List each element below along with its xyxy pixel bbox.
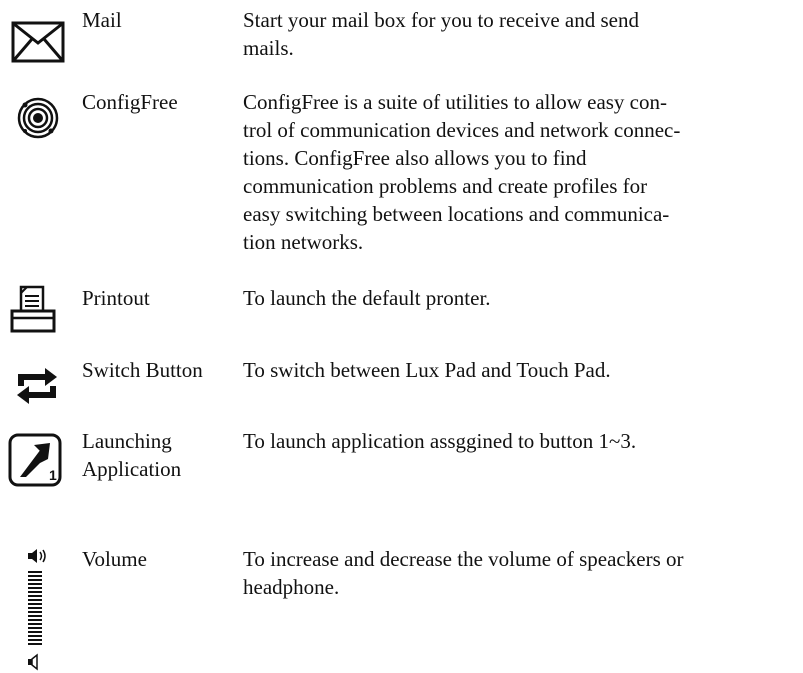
switch-arrows-icon (17, 368, 57, 404)
entry-description: To launch application assggined to butto… (243, 429, 637, 453)
entry-description: To launch the default pronter. (243, 286, 491, 310)
entry-name: Switch Button (82, 358, 203, 382)
entry-description: ConfigFree is a suite of utilities to al… (243, 90, 681, 254)
printer-icon (10, 285, 56, 333)
entry-description: To switch between Lux Pad and Touch Pad. (243, 358, 611, 382)
entry-name: Printout (82, 286, 150, 310)
entry-name: Volume (82, 547, 147, 571)
entry-name: Launching Application (82, 429, 182, 481)
volume-slider-icon (28, 549, 46, 671)
entry-description: Start your mail box for you to receive a… (243, 8, 639, 60)
mail-envelope-icon (11, 21, 65, 63)
entry-name: ConfigFree (82, 90, 178, 114)
entry-name: Mail (82, 8, 122, 32)
entry-description: To increase and decrease the volume of s… (243, 547, 684, 599)
launch-button-number: 1 (49, 467, 57, 483)
launch-application-icon: 1 (8, 433, 62, 487)
configfree-rings-icon (17, 97, 59, 139)
